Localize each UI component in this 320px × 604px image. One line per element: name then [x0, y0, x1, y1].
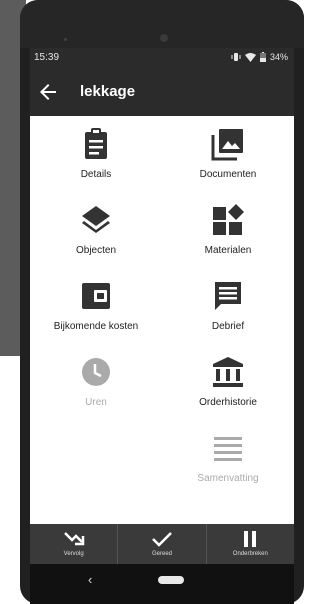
nav-back-icon[interactable]: ‹	[88, 572, 92, 587]
clock-icon	[82, 358, 110, 386]
menu-item-uren[interactable]: Uren	[30, 344, 162, 420]
lines-icon	[214, 437, 242, 461]
photo-library-icon	[211, 129, 243, 161]
menu-item-objecten[interactable]: Objecten	[30, 192, 162, 268]
nav-home-pill[interactable]	[158, 576, 184, 584]
check-icon	[152, 532, 172, 547]
screen: 15:39 34% lekkage Details Documenten Obj…	[30, 48, 294, 604]
trending-down-icon	[63, 532, 84, 546]
pause-icon	[244, 531, 257, 547]
menu-item-label: Materialen	[204, 245, 252, 256]
widgets-icon	[213, 204, 244, 235]
menu-item-materialen[interactable]: Materialen	[162, 192, 294, 268]
wallet-icon	[82, 283, 110, 309]
battery-percent: 34%	[269, 52, 288, 62]
status-bar: 15:39 34%	[30, 48, 294, 68]
front-camera	[160, 34, 168, 42]
onderbreken-button[interactable]: Onderbreken	[207, 524, 294, 564]
menu-item-label: Debrief	[211, 321, 245, 332]
menu-item-debrief[interactable]: Debrief	[162, 268, 294, 344]
app-bar: lekkage	[30, 68, 294, 116]
menu-item-label: Details	[80, 169, 112, 180]
clipboard-icon	[85, 128, 107, 159]
onderbreken-label: Onderbreken	[232, 551, 268, 557]
menu-item-label: Orderhistorie	[199, 397, 257, 408]
status-time: 15:39	[34, 52, 60, 63]
vibrate-icon	[231, 53, 241, 61]
page-title: lekkage	[80, 83, 136, 100]
wifi-icon	[244, 53, 256, 62]
bottom-action-bar: Vervolg Gereed Onderbreken	[30, 524, 294, 564]
layers-icon	[82, 206, 110, 233]
back-arrow-icon[interactable]	[36, 80, 60, 104]
menu-item-label: Bijkomende kosten	[53, 321, 139, 332]
menu-item-bijkomende-kosten[interactable]: Bijkomende kosten	[30, 268, 162, 344]
menu-item-details[interactable]: Details	[30, 116, 162, 192]
vervolg-button[interactable]: Vervolg	[30, 524, 119, 564]
menu-item-label: Objecten	[75, 245, 117, 256]
bank-icon	[213, 357, 243, 387]
system-nav-bar: ‹	[30, 564, 294, 604]
vervolg-label: Vervolg	[63, 551, 84, 557]
gereed-button[interactable]: Gereed	[118, 524, 207, 564]
menu-item-label: Uren	[85, 397, 107, 408]
phone-top-bezel	[20, 0, 304, 48]
sensor-dot	[64, 38, 67, 41]
menu-item-samenvatting[interactable]: Samenvatting	[162, 420, 294, 496]
menu-grid: Details Documenten Objecten Materialen B…	[30, 116, 294, 526]
status-icons: 34%	[231, 52, 288, 62]
menu-item-documenten[interactable]: Documenten	[162, 116, 294, 192]
menu-item-label: Documenten	[199, 169, 257, 180]
message-icon	[215, 282, 241, 310]
gereed-label: Gereed	[151, 551, 172, 557]
phone-frame: 15:39 34% lekkage Details Documenten Obj…	[20, 0, 304, 604]
menu-item-label: Samenvatting	[197, 473, 259, 484]
battery-icon	[259, 52, 266, 62]
menu-item-orderhistorie[interactable]: Orderhistorie	[162, 344, 294, 420]
